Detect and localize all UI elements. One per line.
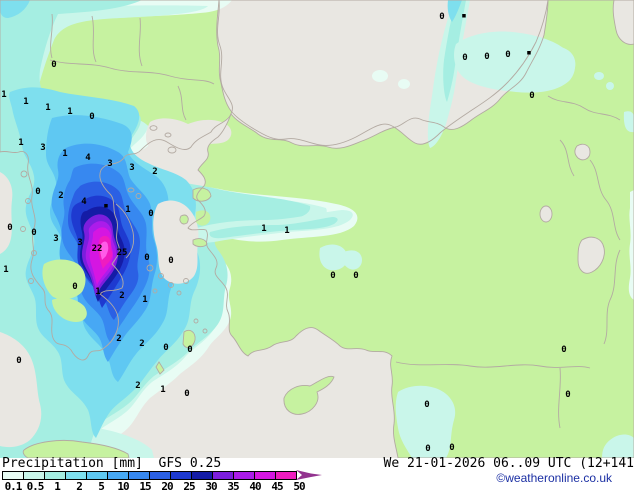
colorbar-segment xyxy=(170,471,192,480)
grid-point-value: 3 xyxy=(129,163,134,173)
grid-point-value: ▪ xyxy=(103,201,108,211)
grid-point-value: 0 xyxy=(424,400,429,410)
grid-point-value: 2 xyxy=(135,381,140,391)
grid-point-value: 1 xyxy=(160,385,165,395)
grid-point-value: 0 xyxy=(330,271,335,281)
grid-point-value: 1 xyxy=(125,205,130,215)
grid-point-value: 0 xyxy=(439,12,444,22)
colorbar-segment xyxy=(233,471,255,480)
grid-point-value: 0 xyxy=(163,343,168,353)
colorbar-tick-label: 0.5 xyxy=(24,480,46,490)
precip-dot-sea-2 xyxy=(398,79,410,89)
grid-point-value: 25 xyxy=(117,248,128,258)
grid-point-value: 0 xyxy=(144,253,149,263)
grid-point-value: 2 xyxy=(139,339,144,349)
grid-point-value: 2 xyxy=(119,291,124,301)
grid-point-value: 0 xyxy=(16,356,21,366)
grid-point-value: 1 xyxy=(284,226,289,236)
grid-point-value: 4 xyxy=(81,197,87,207)
colorbar-segment xyxy=(275,471,297,480)
grid-point-value: 0 xyxy=(89,112,94,122)
colorbar-segment xyxy=(212,471,234,480)
colorbar-segment xyxy=(44,471,66,480)
grid-point-value: 1 xyxy=(62,149,67,159)
colorbar-tick-label: 45 xyxy=(266,480,288,490)
grid-point-value: 1 xyxy=(3,265,8,275)
grid-point-value: 0 xyxy=(187,345,192,355)
grid-point-value: 0 xyxy=(449,443,454,453)
grid-point-value: 1 xyxy=(95,287,100,297)
colorbar-ticks: 0.10.5125101520253035404550 xyxy=(2,480,310,490)
colorbar-segment xyxy=(191,471,213,480)
colorbar-segment xyxy=(107,471,129,480)
grid-point-value: 2 xyxy=(116,334,121,344)
colorbar-tick-label: 15 xyxy=(134,480,156,490)
grid-point-value: 1 xyxy=(142,295,147,305)
colorbar-segment xyxy=(149,471,171,480)
grid-point-value: 0 xyxy=(35,187,40,197)
colorbar-segment xyxy=(65,471,87,480)
colorbar-segment xyxy=(254,471,276,480)
grid-point-value: 0 xyxy=(565,390,570,400)
weather-map-screenshot: 0111101314332024▪10003322250011101210220… xyxy=(0,0,634,490)
precip-dot-ne-1 xyxy=(594,72,604,80)
grid-point-value: ▪ xyxy=(526,48,531,58)
copyright-link[interactable]: ©weatheronline.co.uk xyxy=(496,471,612,485)
legend-bar: Precipitation [mm] GFS 0.25 We 21-01-202… xyxy=(0,458,634,490)
grid-point-value: 3 xyxy=(107,159,112,169)
grid-point-value: 1 xyxy=(23,97,28,107)
grid-point-value: 0 xyxy=(7,223,12,233)
precip-dot-sea-1 xyxy=(372,70,388,82)
colorbar-tick-label: 25 xyxy=(178,480,200,490)
colorbar-segment xyxy=(86,471,108,480)
grid-point-value: 0 xyxy=(72,282,77,292)
colorbar-tick-label: 1 xyxy=(46,480,68,490)
grid-point-value: 3 xyxy=(53,234,58,244)
colorbar-segment xyxy=(2,471,24,480)
colorbar-tick-label: 40 xyxy=(244,480,266,490)
colorbar-tick-label: 5 xyxy=(90,480,112,490)
grid-point-value: 0 xyxy=(529,91,534,101)
colorbar xyxy=(2,471,322,480)
colorbar-segment xyxy=(128,471,150,480)
grid-point-value: 3 xyxy=(77,238,82,248)
precip-dot-ne-2 xyxy=(606,82,614,90)
grid-point-value: 0 xyxy=(561,345,566,355)
grid-point-value: 0 xyxy=(184,389,189,399)
grid-point-value: 1 xyxy=(67,107,72,117)
colorbar-tick-label: 50 xyxy=(288,480,310,490)
grid-point-value: 1 xyxy=(18,138,23,148)
grid-point-value: 0 xyxy=(484,52,489,62)
colorbar-tick-label: 10 xyxy=(112,480,134,490)
grid-point-value: 0 xyxy=(462,53,467,63)
colorbar-segment xyxy=(23,471,45,480)
grid-point-value: 3 xyxy=(40,143,45,153)
grid-point-value: 2 xyxy=(152,167,157,177)
grid-point-value: 1 xyxy=(261,224,266,234)
grid-point-value: 1 xyxy=(45,103,50,113)
grid-point-value: 0 xyxy=(168,256,173,266)
colorbar-tick-label: 30 xyxy=(200,480,222,490)
grid-point-value: 2 xyxy=(58,191,63,201)
grid-point-value: 22 xyxy=(92,244,103,254)
colorbar-tick-label: 20 xyxy=(156,480,178,490)
colorbar-tick-label: 35 xyxy=(222,480,244,490)
grid-point-value: 0 xyxy=(425,444,430,454)
grid-point-value: 0 xyxy=(51,60,56,70)
colorbar-tick-label: 2 xyxy=(68,480,90,490)
grid-point-value: 0 xyxy=(31,228,36,238)
run-datetime: We 21-01-2026 06..09 UTC (12+141 xyxy=(384,458,634,470)
grid-point-value: 4 xyxy=(85,153,91,163)
grid-point-value: 1 xyxy=(1,90,6,100)
grid-point-value: 0 xyxy=(353,271,358,281)
grid-point-value: 0 xyxy=(505,50,510,60)
grid-point-value: 0 xyxy=(148,209,153,219)
grid-point-value: ▪ xyxy=(461,11,466,21)
precipitation-map: 0111101314332024▪10003322250011101210220… xyxy=(0,0,634,458)
colorbar-tick-label: 0.1 xyxy=(2,480,24,490)
legend-title: Precipitation [mm] GFS 0.25 xyxy=(2,458,221,472)
